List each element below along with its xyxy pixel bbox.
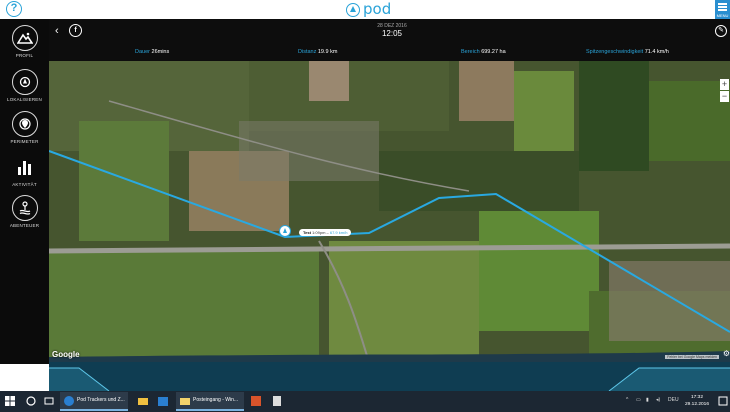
- stat-area: Bereich 699.27 ha: [461, 49, 506, 55]
- menu-button[interactable]: MENU: [715, 0, 730, 19]
- sidebar-item-lokalisieren[interactable]: LOKALISIEREN: [0, 69, 49, 102]
- map-credits[interactable]: Fehler bei Google Maps melden: [665, 355, 719, 359]
- taskbar-app-mail[interactable]: Posteingang - Win...: [176, 392, 244, 411]
- gear-icon[interactable]: ⚙: [723, 349, 730, 358]
- sidebar-item-aktivitaet[interactable]: AKTIVITÄT: [0, 154, 49, 187]
- speed-profile-graph: [49, 362, 730, 391]
- windows-taskbar: Pod Trackers und Z... Posteingang - Win.…: [0, 391, 730, 412]
- satellite-map[interactable]: Test 1:09pm – 67.9 km/h + − Google Fehle…: [49, 61, 730, 362]
- taskbar-app-browser[interactable]: Pod Trackers und Z...: [60, 392, 128, 411]
- stat-label: Dauer: [135, 49, 150, 55]
- pod-logo-icon: [346, 2, 360, 17]
- profile-mountain-icon: [11, 25, 38, 51]
- taskbar-clock[interactable]: 17:32 29.12.2016: [680, 394, 714, 408]
- zoom-in-button[interactable]: +: [720, 79, 729, 90]
- menu-label: MENU: [716, 13, 729, 18]
- stat-label: Spitzengeschwindigkeit: [586, 49, 644, 55]
- mail-icon: [180, 398, 190, 405]
- point-time: 1:09pm: [312, 230, 326, 235]
- adventure-icon: [11, 195, 38, 221]
- edit-icon[interactable]: ✎: [715, 25, 727, 37]
- battery-icon[interactable]: ▮: [646, 397, 649, 403]
- taskbar-app-label: Pod Trackers und Z...: [77, 397, 125, 403]
- locate-pin-icon: [11, 69, 38, 95]
- clock-date: 29.12.2016: [684, 402, 709, 407]
- back-arrow-icon[interactable]: ‹: [55, 25, 59, 37]
- sidebar: PROFIL LOKALISIEREN PERIMETER AKTIVITÄT …: [0, 19, 49, 364]
- task-view-icon[interactable]: [42, 394, 56, 408]
- browser-icon: [64, 396, 74, 406]
- notification-icon[interactable]: [716, 394, 730, 408]
- sidebar-item-label: PERIMETER: [10, 139, 39, 144]
- stat-value: 19.9 km: [317, 49, 338, 55]
- hamburger-line: [718, 3, 727, 5]
- brand-logo: pod: [346, 0, 391, 19]
- help-icon[interactable]: ?: [6, 1, 22, 17]
- track-time: 12:05: [381, 29, 403, 38]
- point-speed: 67.9 km/h: [329, 230, 348, 235]
- stat-label: Distanz: [298, 49, 317, 55]
- hamburger-line: [718, 6, 727, 8]
- brand-name: pod: [363, 0, 392, 18]
- clock-time: 17:32: [690, 395, 703, 400]
- sidebar-item-abenteuer[interactable]: ABENTEUER: [0, 195, 49, 228]
- stats-row: Dauer 26mins Distanz 19.9 km Bereich 699…: [49, 45, 730, 61]
- facebook-share-icon[interactable]: f: [69, 24, 82, 37]
- store-icon[interactable]: [156, 394, 170, 408]
- sidebar-item-profil[interactable]: PROFIL: [0, 25, 49, 58]
- perimeter-icon: [11, 111, 38, 137]
- stat-top-speed: Spitzengeschwindigkeit 71.4 km/h: [586, 49, 669, 55]
- stat-value: 699.27 ha: [481, 49, 506, 55]
- stat-value: 26mins: [151, 49, 170, 55]
- search-icon[interactable]: [24, 394, 38, 408]
- app-window: ? pod MENU PROFIL LOKALISIEREN PERIMETER…: [0, 0, 730, 412]
- track-point-marker[interactable]: [279, 225, 291, 237]
- tray-chevron-icon[interactable]: ^: [626, 397, 628, 403]
- hamburger-line: [718, 9, 727, 11]
- taskbar-app-label: Posteingang - Win...: [193, 397, 239, 403]
- google-logo: Google: [52, 350, 80, 359]
- stat-value: 71.4 km/h: [644, 49, 669, 55]
- activity-bars-icon: [12, 154, 38, 180]
- stat-label: Bereich: [461, 49, 480, 55]
- volume-icon[interactable]: ◂): [656, 397, 660, 403]
- sidebar-item-label: ABENTEUER: [9, 223, 40, 228]
- zoom-out-button[interactable]: −: [720, 91, 729, 102]
- office-app-icon[interactable]: [249, 394, 263, 408]
- sidebar-item-label: PROFIL: [15, 53, 34, 58]
- sidebar-item-label: AKTIVITÄT: [12, 182, 37, 187]
- stat-duration: Dauer 26mins: [135, 49, 169, 55]
- sidebar-item-perimeter[interactable]: PERIMETER: [0, 111, 49, 144]
- language-indicator[interactable]: DEU: [668, 397, 679, 403]
- calculator-icon[interactable]: [270, 394, 284, 408]
- windows-start-icon[interactable]: [3, 394, 17, 408]
- track-path: [49, 150, 730, 333]
- sidebar-item-label: LOKALISIEREN: [7, 97, 42, 102]
- file-explorer-icon[interactable]: [136, 394, 150, 408]
- point-name: Test: [303, 230, 311, 235]
- stat-distance: Distanz 19.9 km: [298, 49, 337, 55]
- track-detail-header: ‹ f 28 DEZ 2016 12:05 ✎ Dauer 26mins Dis…: [49, 19, 730, 61]
- track-point-tooltip: Test 1:09pm – 67.9 km/h: [299, 229, 352, 236]
- speed-profile-strip[interactable]: [49, 362, 730, 391]
- network-icon[interactable]: ▭: [636, 397, 641, 403]
- app-header: ? pod MENU: [0, 0, 730, 19]
